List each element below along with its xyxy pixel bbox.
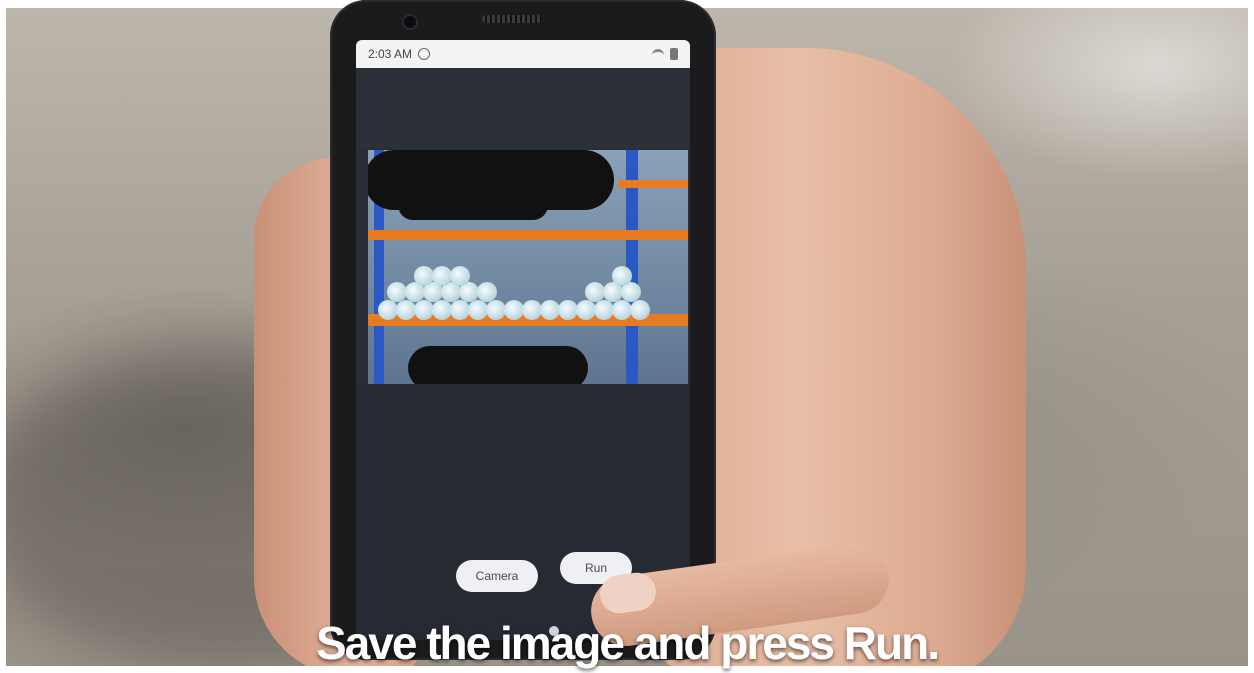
status-bar: 2:03 AM (356, 40, 690, 68)
notification-icon (418, 48, 431, 60)
battery-icon (670, 48, 678, 60)
rack-beam (368, 230, 688, 240)
speaker-grille (482, 15, 542, 23)
app-toolbar (356, 68, 690, 148)
rack-beam (618, 180, 688, 188)
redacted-area (398, 190, 548, 220)
captured-image (368, 150, 688, 384)
phone-screen: 2:03 AM Camera Run (356, 40, 690, 640)
fabric-rolls (378, 266, 668, 340)
redacted-area (408, 346, 588, 384)
wifi-icon (652, 48, 664, 60)
camera-button[interactable]: Camera (456, 560, 538, 592)
status-time: 2:03 AM (368, 47, 413, 61)
front-camera-icon (404, 16, 416, 28)
video-caption: Save the image and press Run. (315, 617, 940, 669)
